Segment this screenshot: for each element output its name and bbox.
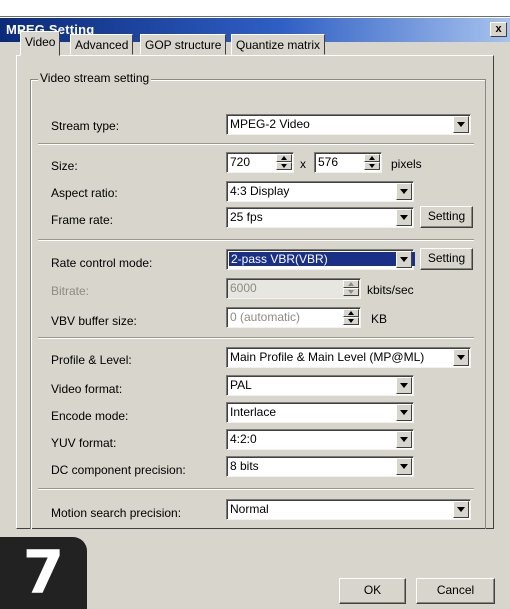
spin-down-icon[interactable] — [276, 162, 292, 170]
frame-rate-label: Frame rate: — [51, 213, 114, 227]
rate-control-value: 2-pass VBR(VBR) — [229, 252, 415, 266]
profile-level-select[interactable]: Main Profile & Main Level (MP@ML) — [226, 347, 471, 368]
spin-down-icon[interactable] — [343, 288, 359, 296]
close-button[interactable]: x — [490, 22, 507, 37]
ok-button[interactable]: OK — [339, 578, 406, 604]
chevron-down-icon[interactable] — [396, 183, 412, 200]
chevron-down-icon[interactable] — [453, 501, 469, 518]
chevron-down-icon[interactable] — [396, 404, 412, 421]
spin-up-icon[interactable] — [364, 154, 380, 162]
chevron-down-icon[interactable] — [396, 209, 412, 226]
rate-control-label: Rate control mode: — [51, 256, 153, 270]
stream-type-label: Stream type: — [51, 119, 120, 133]
height-stepper[interactable]: 576 — [314, 152, 382, 173]
frame-rate-value: 25 fps — [230, 210, 263, 224]
dc-precision-label: DC component precision: — [51, 463, 186, 477]
encode-mode-label: Encode mode: — [51, 409, 129, 423]
dc-precision-select[interactable]: 8 bits — [226, 456, 414, 477]
aspect-ratio-label: Aspect ratio: — [51, 186, 118, 200]
separator — [38, 488, 474, 490]
chevron-down-icon[interactable] — [396, 251, 412, 268]
video-format-label: Video format: — [51, 382, 123, 396]
profile-level-label: Profile & Level: — [51, 353, 132, 367]
vbv-buffer-stepper[interactable]: 0 (automatic) — [226, 307, 361, 328]
dc-precision-value: 8 bits — [230, 459, 259, 473]
video-format-value: PAL — [230, 378, 252, 392]
size-times: x — [300, 157, 306, 171]
spin-up-icon[interactable] — [276, 154, 292, 162]
yuv-format-value: 4:2:0 — [230, 432, 257, 446]
motion-search-value: Normal — [230, 502, 269, 516]
chevron-down-icon[interactable] — [396, 431, 412, 448]
spin-down-icon[interactable] — [343, 317, 359, 325]
yuv-format-label: YUV format: — [51, 436, 117, 450]
rate-control-setting-button[interactable]: Setting — [420, 248, 473, 270]
tab-quantize-matrix[interactable]: Quantize matrix — [231, 34, 326, 55]
bitrate-value: 6000 — [230, 281, 257, 295]
aspect-ratio-select[interactable]: 4:3 Display — [226, 181, 414, 202]
cancel-button[interactable]: Cancel — [416, 578, 495, 604]
motion-search-select[interactable]: Normal — [226, 499, 471, 520]
frame-rate-select[interactable]: 25 fps — [226, 207, 414, 228]
vbv-buffer-unit: KB — [371, 312, 388, 326]
tab-video[interactable]: Video — [20, 31, 61, 56]
tab-gop-structure[interactable]: GOP structure — [140, 34, 227, 55]
width-value: 720 — [230, 155, 251, 169]
chevron-down-icon[interactable] — [453, 116, 469, 133]
separator — [38, 143, 474, 145]
spin-up-icon[interactable] — [343, 309, 359, 317]
bitrate-unit: kbits/sec — [367, 283, 414, 297]
encode-mode-value: Interlace — [230, 405, 277, 419]
chevron-down-icon[interactable] — [396, 377, 412, 394]
tab-advanced[interactable]: Advanced — [70, 34, 134, 55]
stream-type-select[interactable]: MPEG-2 Video — [226, 114, 471, 135]
height-value: 576 — [318, 155, 339, 169]
separator — [38, 337, 474, 339]
size-label: Size: — [51, 159, 78, 173]
top-strip — [0, 0, 510, 17]
video-format-select[interactable]: PAL — [226, 375, 414, 396]
width-stepper[interactable]: 720 — [226, 152, 294, 173]
profile-level-value: Main Profile & Main Level (MP@ML) — [230, 350, 425, 364]
chevron-down-icon[interactable] — [453, 349, 469, 366]
frame-rate-setting-button[interactable]: Setting — [420, 206, 473, 228]
rate-control-select[interactable]: 2-pass VBR(VBR) — [226, 249, 415, 270]
chevron-down-icon[interactable] — [396, 458, 412, 475]
spin-down-icon[interactable] — [364, 162, 380, 170]
separator — [38, 239, 474, 241]
group-title: Video stream setting — [38, 71, 152, 85]
encode-mode-select[interactable]: Interlace — [226, 402, 414, 423]
stream-type-value: MPEG-2 Video — [230, 117, 310, 131]
step-number-badge: 7 — [0, 537, 87, 609]
yuv-format-select[interactable]: 4:2:0 — [226, 429, 414, 450]
vbv-buffer-value: 0 (automatic) — [230, 310, 301, 324]
vbv-buffer-label: VBV buffer size: — [51, 314, 137, 328]
size-unit: pixels — [391, 157, 422, 171]
bitrate-label: Bitrate: — [51, 284, 90, 298]
motion-search-label: Motion search precision: — [51, 506, 182, 520]
aspect-ratio-value: 4:3 Display — [230, 184, 290, 198]
bitrate-stepper[interactable]: 6000 — [226, 278, 361, 299]
spin-up-icon[interactable] — [343, 280, 359, 288]
